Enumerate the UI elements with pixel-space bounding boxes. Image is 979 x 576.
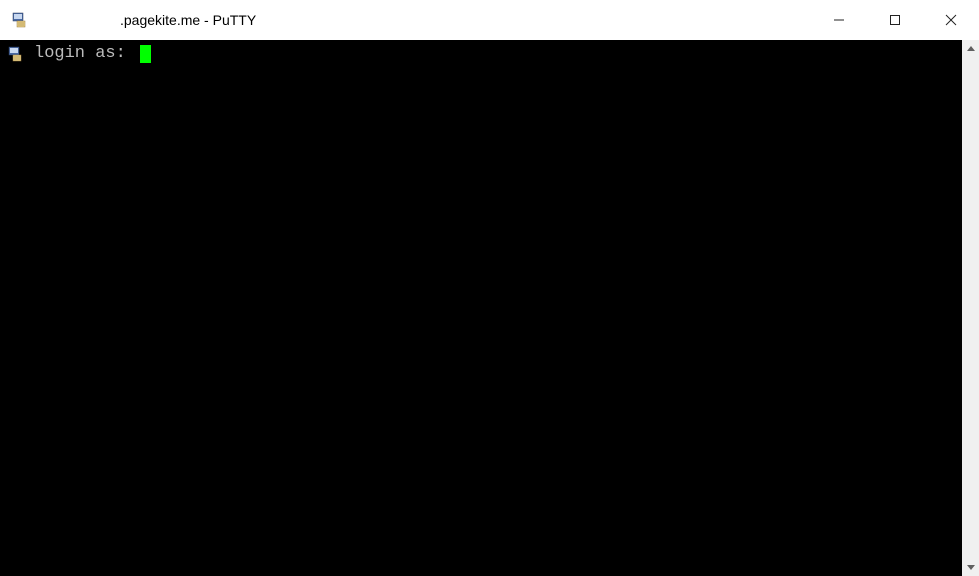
close-button[interactable] <box>923 0 979 40</box>
terminal-container: login as: <box>0 40 979 576</box>
maximize-button[interactable] <box>867 0 923 40</box>
window-controls <box>811 0 979 40</box>
scroll-up-icon[interactable] <box>962 40 979 57</box>
scrollbar[interactable] <box>962 40 979 576</box>
window-titlebar: .pagekite.me - PuTTY <box>0 0 979 40</box>
minimize-button[interactable] <box>811 0 867 40</box>
prompt-line: login as: <box>6 44 956 64</box>
login-prompt-text: login as: <box>34 44 136 64</box>
scroll-down-icon[interactable] <box>962 559 979 576</box>
window-title: .pagekite.me - PuTTY <box>40 12 256 28</box>
putty-prompt-icon <box>6 44 26 64</box>
titlebar-left: .pagekite.me - PuTTY <box>10 10 256 30</box>
terminal-cursor <box>140 45 151 63</box>
putty-app-icon <box>10 10 30 30</box>
terminal[interactable]: login as: <box>0 40 962 576</box>
